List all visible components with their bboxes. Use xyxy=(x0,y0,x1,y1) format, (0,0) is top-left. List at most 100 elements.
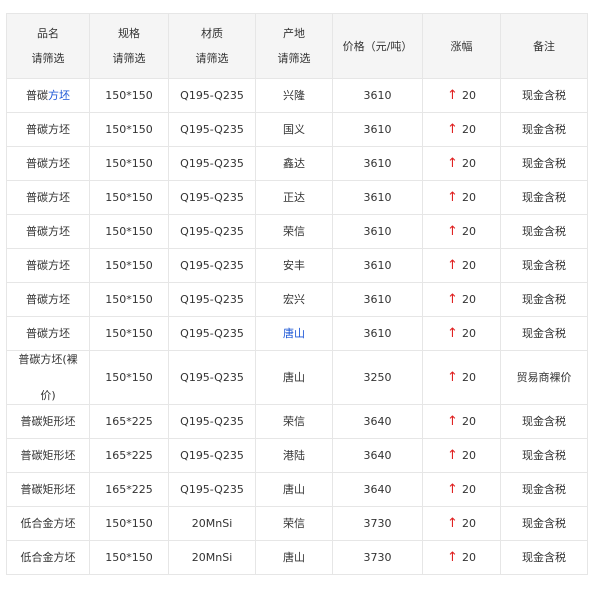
cell-price: 3610 xyxy=(332,112,423,147)
cell-origin-text: 唐山 xyxy=(283,551,305,564)
cell-note: 现金含税 xyxy=(500,540,588,575)
note-text: 现金含税 xyxy=(522,89,566,102)
price-table-wrapper: 品名 请筛选 规格 请筛选 材质 请筛选 产地 请筛选 价格（元/吨） 涨幅 备… xyxy=(6,13,588,575)
cell-change: ↑ 20 xyxy=(422,248,501,283)
filter-link-material[interactable]: 请筛选 xyxy=(169,46,255,71)
cell-material-text: Q195-Q235 xyxy=(180,191,244,204)
filter-link-name[interactable]: 请筛选 xyxy=(7,46,89,71)
cell-origin: 荣信 xyxy=(255,214,333,249)
cell-change: ↑ 20 xyxy=(422,540,501,575)
cell-price-text: 3640 xyxy=(363,483,392,496)
cell-note: 贸易商裸价 xyxy=(500,350,588,405)
note-text: 现金含税 xyxy=(522,449,566,462)
table-row: 普碳方坯 150*150 Q195-Q235 宏兴 3610 ↑ 20 现金含税 xyxy=(6,282,588,317)
cell-material-text: Q195-Q235 xyxy=(180,483,244,496)
product-name-text: 普碳方坯 xyxy=(26,157,70,170)
column-header-price: 价格（元/吨） xyxy=(332,13,423,79)
cell-spec-text: 150*150 xyxy=(105,89,153,102)
cell-price-text: 3640 xyxy=(363,415,392,428)
cell-change: ↑ 20 xyxy=(422,350,501,405)
price-table: 品名 请筛选 规格 请筛选 材质 请筛选 产地 请筛选 价格（元/吨） 涨幅 备… xyxy=(6,13,588,575)
arrow-up-icon: ↑ xyxy=(447,190,458,205)
cell-material: Q195-Q235 xyxy=(168,350,256,405)
cell-spec: 150*150 xyxy=(89,78,169,113)
cell-origin: 鑫达 xyxy=(255,146,333,181)
cell-origin: 港陆 xyxy=(255,438,333,473)
cell-change: ↑ 20 xyxy=(422,282,501,317)
cell-material-text: Q195-Q235 xyxy=(180,89,244,102)
product-name-text: 普碳方坯 xyxy=(26,259,70,272)
product-name-text-cont: 价) xyxy=(40,389,56,402)
origin-link[interactable]: 唐山 xyxy=(283,327,305,340)
cell-origin-text: 唐山 xyxy=(283,371,305,384)
note-text: 现金含税 xyxy=(522,327,566,340)
cell-price-text: 3730 xyxy=(363,551,392,564)
column-header-material: 材质 请筛选 xyxy=(168,13,256,79)
cell-product-name: 普碳方坯 xyxy=(6,78,90,113)
cell-spec-text: 150*150 xyxy=(105,551,153,564)
cell-change: ↑ 20 xyxy=(422,506,501,541)
cell-material: Q195-Q235 xyxy=(168,316,256,351)
change-value: 20 xyxy=(461,449,476,462)
product-name-text: 普碳方坯 xyxy=(26,225,70,238)
product-name-text: 普碳方坯 xyxy=(26,191,70,204)
cell-origin-text: 兴隆 xyxy=(283,89,305,102)
column-header-spec: 规格 请筛选 xyxy=(89,13,169,79)
note-text: 现金含税 xyxy=(522,157,566,170)
cell-origin: 荣信 xyxy=(255,404,333,439)
cell-spec-text: 150*150 xyxy=(105,327,153,340)
change-value: 20 xyxy=(461,157,476,170)
column-header-note: 备注 xyxy=(500,13,588,79)
change-value: 20 xyxy=(461,551,476,564)
cell-note: 现金含税 xyxy=(500,316,588,351)
change-value: 20 xyxy=(461,89,476,102)
arrow-up-icon: ↑ xyxy=(447,516,458,531)
cell-product-name: 普碳矩形坯 xyxy=(6,472,90,507)
product-name-text: 普碳矩形坯 xyxy=(20,483,76,496)
table-body: 普碳方坯 150*150 Q195-Q235 兴隆 3610 ↑ 20 现金含税 普碳方坯 150… xyxy=(6,78,588,575)
cell-material: Q195-Q235 xyxy=(168,282,256,317)
cell-price: 3610 xyxy=(332,282,423,317)
change-value: 20 xyxy=(461,371,476,384)
note-text: 贸易商裸价 xyxy=(516,371,572,384)
cell-material-text: Q195-Q235 xyxy=(180,259,244,272)
table-row: 普碳方坯 150*150 Q195-Q235 安丰 3610 ↑ 20 现金含税 xyxy=(6,248,588,283)
cell-note: 现金含税 xyxy=(500,112,588,147)
cell-product-name: 普碳方坯 xyxy=(6,180,90,215)
change-value: 20 xyxy=(461,225,476,238)
cell-origin: 正达 xyxy=(255,180,333,215)
note-text: 现金含税 xyxy=(522,415,566,428)
column-label: 品名 xyxy=(37,27,59,40)
cell-material-text: Q195-Q235 xyxy=(180,157,244,170)
product-link[interactable]: 方坯 xyxy=(48,89,70,102)
change-value: 20 xyxy=(461,259,476,272)
change-value: 20 xyxy=(461,123,476,136)
product-name-text: 普碳 xyxy=(26,89,48,102)
cell-material: Q195-Q235 xyxy=(168,112,256,147)
product-name-text: 普碳方坯 xyxy=(26,293,70,306)
table-row: 普碳矩形坯 165*225 Q195-Q235 唐山 3640 ↑ 20 现金含税 xyxy=(6,472,588,507)
cell-origin: 唐山 xyxy=(255,540,333,575)
cell-price: 3610 xyxy=(332,214,423,249)
cell-material-text: Q195-Q235 xyxy=(180,123,244,136)
filter-link-spec[interactable]: 请筛选 xyxy=(90,46,168,71)
product-name-text: 普碳矩形坯 xyxy=(20,415,76,428)
cell-origin-text: 正达 xyxy=(283,191,305,204)
cell-change: ↑ 20 xyxy=(422,78,501,113)
cell-spec-text: 165*225 xyxy=(105,449,153,462)
cell-price-text: 3610 xyxy=(363,191,392,204)
table-row: 普碳矩形坯 165*225 Q195-Q235 荣信 3640 ↑ 20 现金含税 xyxy=(6,404,588,439)
cell-origin-text: 宏兴 xyxy=(283,293,305,306)
arrow-up-icon: ↑ xyxy=(447,224,458,239)
cell-spec-text: 165*225 xyxy=(105,415,153,428)
cell-price-text: 3610 xyxy=(363,89,392,102)
cell-spec-text: 150*150 xyxy=(105,371,153,384)
cell-change: ↑ 20 xyxy=(422,438,501,473)
cell-price: 3610 xyxy=(332,78,423,113)
note-text: 现金含税 xyxy=(522,551,566,564)
filter-link-origin[interactable]: 请筛选 xyxy=(256,46,332,71)
arrow-up-icon: ↑ xyxy=(447,122,458,137)
cell-note: 现金含税 xyxy=(500,506,588,541)
cell-price: 3640 xyxy=(332,438,423,473)
cell-price-text: 3610 xyxy=(363,225,392,238)
